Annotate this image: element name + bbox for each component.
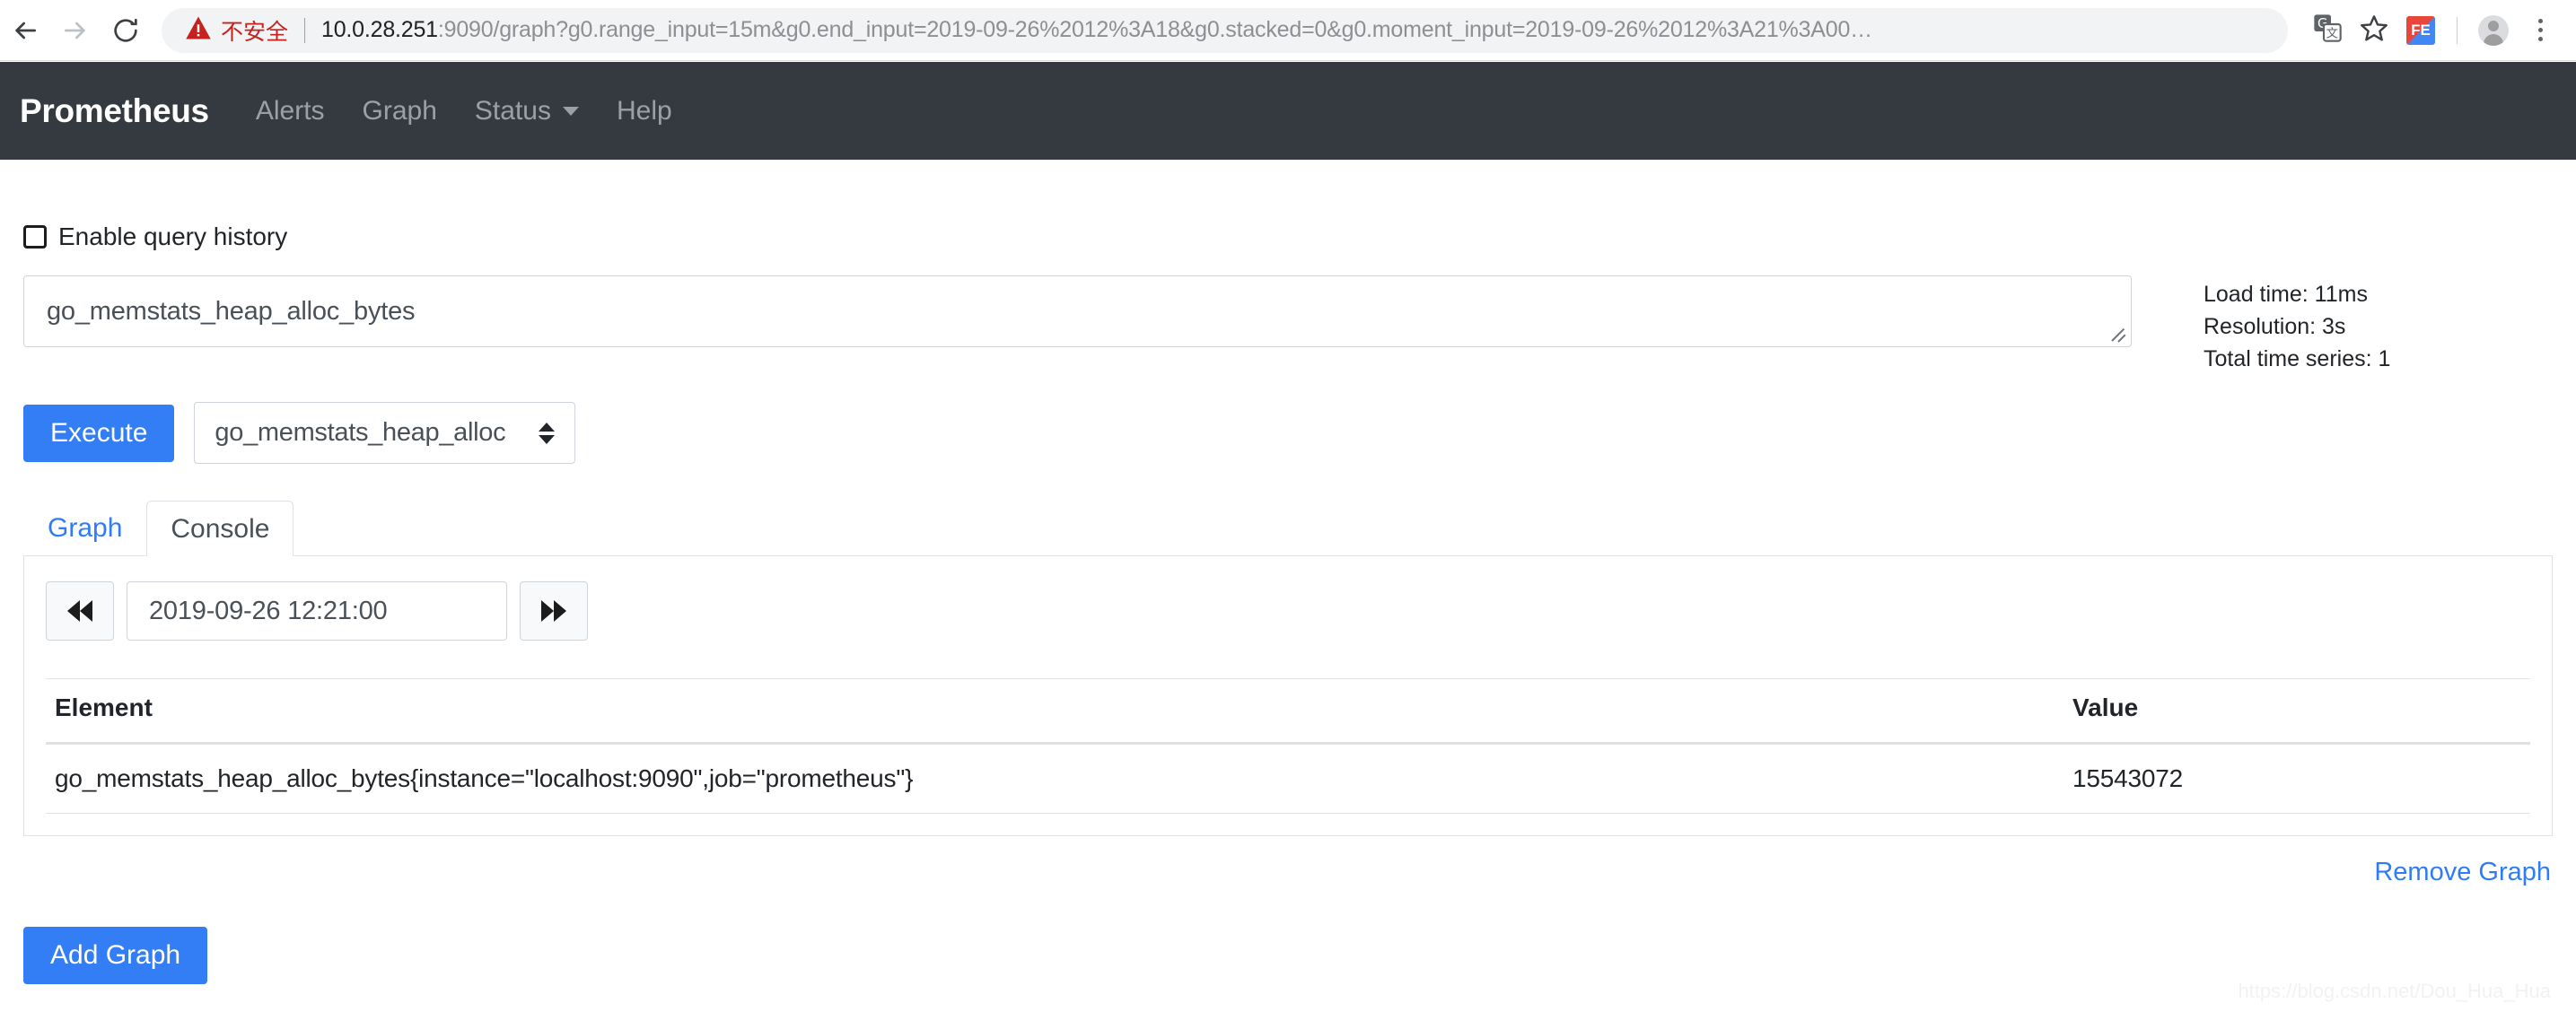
nav-item-graph[interactable]: Graph — [363, 96, 437, 126]
enable-query-history-row[interactable]: Enable query history — [23, 222, 2553, 251]
translate-button[interactable]: G 文 — [2304, 7, 2351, 54]
browser-menu-button[interactable] — [2517, 7, 2563, 54]
reload-icon — [111, 16, 140, 45]
remove-graph-link[interactable]: Remove Graph — [2374, 858, 2551, 886]
nav-item-status-label: Status — [474, 95, 551, 126]
total-time-series-text: Total time series: 1 — [2204, 345, 2391, 371]
enable-query-history-label: Enable query history — [58, 222, 288, 250]
extension-icon: FE — [2406, 15, 2435, 45]
svg-text:文: 文 — [2326, 27, 2338, 41]
result-table: Element Value go_memstats_heap_alloc_byt… — [46, 678, 2530, 815]
profile-button[interactable] — [2470, 7, 2517, 54]
query-row: go_memstats_heap_alloc_bytes Load time: … — [23, 275, 2553, 375]
nav-item-alerts[interactable]: Alerts — [256, 96, 325, 126]
query-stats: Load time: 11ms Resolution: 3s Total tim… — [2204, 275, 2390, 375]
prometheus-navbar: Prometheus Alerts Graph Status Help — [0, 62, 2576, 160]
extension-button[interactable]: FE — [2397, 7, 2444, 54]
moment-input-value: 2019-09-26 12:21:00 — [149, 596, 388, 625]
time-controls: 2019-09-26 12:21:00 — [46, 581, 2530, 641]
add-graph-row: Add Graph — [23, 927, 2553, 985]
forward-button[interactable] — [50, 5, 101, 56]
tab-graph[interactable]: Graph — [23, 500, 146, 555]
console-panel: 2019-09-26 12:21:00 Element Value go_mem… — [23, 555, 2553, 837]
double-right-arrow-icon — [541, 600, 566, 623]
profile-avatar-icon — [2478, 14, 2509, 46]
metric-select[interactable]: go_memstats_heap_alloc — [194, 402, 576, 465]
cell-value: 15543072 — [2063, 743, 2530, 815]
moment-input[interactable]: 2019-09-26 12:21:00 — [127, 581, 507, 641]
bookmark-button[interactable] — [2351, 7, 2397, 54]
browser-toolbar: 不安全 10.0.28.251:9090/graph?g0.range_inpu… — [0, 0, 2576, 61]
metric-select-value: go_memstats_heap_alloc — [215, 418, 506, 448]
load-time-text: Load time: 11ms — [2204, 282, 2368, 307]
step-forward-button[interactable] — [520, 581, 588, 641]
table-row: go_memstats_heap_alloc_bytes{instance="l… — [46, 743, 2530, 815]
view-tabs: Graph Console — [23, 500, 2553, 557]
back-arrow-icon — [11, 16, 39, 45]
star-icon — [2360, 13, 2388, 47]
page-content: Enable query history go_memstats_heap_al… — [0, 160, 2576, 985]
table-header-row: Element Value — [46, 678, 2530, 746]
url-path: :9090/graph?g0.range_input=15m&g0.end_in… — [437, 17, 1872, 42]
chevron-down-icon — [562, 106, 579, 116]
three-dot-menu-icon — [2537, 19, 2543, 41]
brand-logo[interactable]: Prometheus — [20, 92, 209, 130]
nav-item-help[interactable]: Help — [617, 96, 672, 126]
execute-button[interactable]: Execute — [23, 404, 175, 462]
url-text: 10.0.28.251:9090/graph?g0.range_input=15… — [321, 17, 2265, 43]
add-graph-button[interactable]: Add Graph — [23, 927, 208, 985]
execute-row: Execute go_memstats_heap_alloc — [23, 402, 2553, 465]
textarea-resize-handle[interactable] — [2112, 327, 2128, 344]
omnibox-divider — [304, 17, 306, 43]
warning-triangle-icon — [185, 15, 212, 45]
watermark-text: https://blog.csdn.net/Dou_Hua_Hua — [2238, 980, 2551, 1002]
enable-query-history-checkbox[interactable] — [23, 225, 47, 249]
step-backward-button[interactable] — [46, 581, 114, 641]
toolbar-divider — [2457, 16, 2458, 44]
column-header-element: Element — [46, 678, 2063, 746]
translate-icon: G 文 — [2313, 13, 2342, 47]
query-input[interactable]: go_memstats_heap_alloc_bytes — [23, 275, 2132, 347]
nav-item-status[interactable]: Status — [475, 96, 579, 126]
cell-element: go_memstats_heap_alloc_bytes{instance="l… — [46, 743, 2063, 815]
query-input-value: go_memstats_heap_alloc_bytes — [47, 296, 416, 326]
double-left-arrow-icon — [67, 600, 92, 623]
address-bar[interactable]: 不安全 10.0.28.251:9090/graph?g0.range_inpu… — [162, 7, 2288, 53]
column-header-value: Value — [2063, 678, 2530, 746]
security-status-label: 不安全 — [221, 18, 289, 45]
tab-console[interactable]: Console — [146, 501, 294, 557]
select-updown-icon — [539, 422, 556, 444]
back-button[interactable] — [0, 5, 50, 56]
resolution-text: Resolution: 3s — [2204, 313, 2346, 339]
remove-graph-row: Remove Graph — [23, 858, 2553, 887]
reload-button[interactable] — [101, 5, 151, 56]
forward-arrow-icon — [61, 16, 90, 45]
browser-actions: G 文 FE — [2304, 7, 2576, 54]
url-host: 10.0.28.251 — [321, 17, 438, 42]
